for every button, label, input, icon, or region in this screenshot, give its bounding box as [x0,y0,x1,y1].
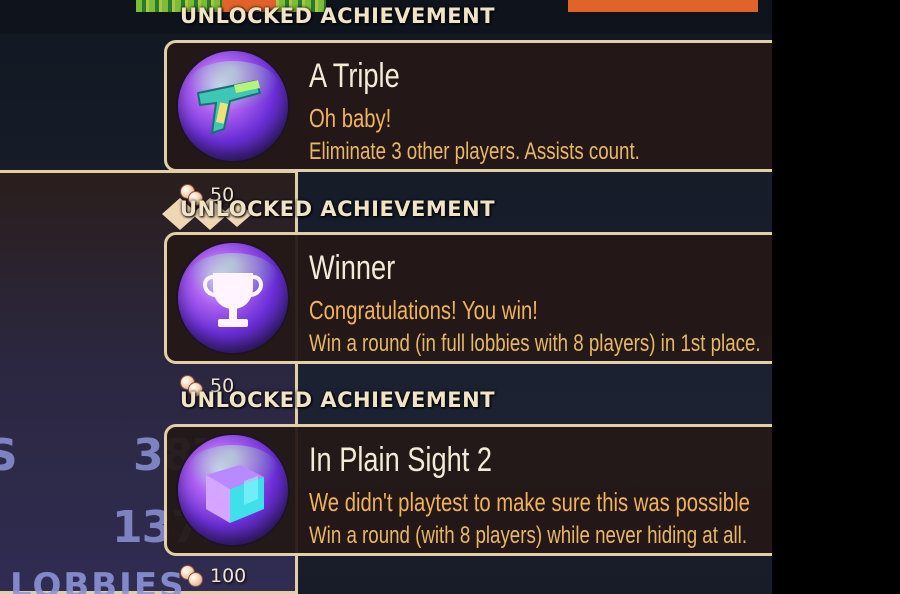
achievement-orb [178,435,288,545]
achievement-subtitle: We didn't playtest to make sure this was… [309,487,750,517]
achievement-orb [178,51,288,161]
reward-amount: 100 [210,565,247,587]
achievement-title: In Plain Sight 2 [309,441,492,479]
achievement-card: In Plain Sight 2 We didn't playtest to m… [164,424,772,556]
achievement-header: UNLOCKED ACHIEVEMENT [180,4,496,28]
achievement-card: Winner Congratulations! You win! Win a r… [164,232,772,364]
achievement-title: Winner [309,249,396,287]
achievement-orb [178,243,288,353]
pistol-icon [196,79,262,135]
box-icon [206,465,264,523]
achievement-subtitle: Congratulations! You win! [309,295,538,325]
achievement-header: UNLOCKED ACHIEVEMENT [180,388,496,412]
achievement-description: Win a round (with 8 players) while never… [309,522,748,549]
coin-icon [180,565,204,587]
bg-stat-letter: S [0,430,18,481]
achievement-title: A Triple [309,57,400,95]
game-scene: S 387 1372 LOBBIES UNLOCKED ACHIEVEMENT … [0,0,772,594]
achievement-header: UNLOCKED ACHIEVEMENT [180,197,496,221]
achievement-card: A Triple Oh baby! Eliminate 3 other play… [164,40,772,172]
hud-orange-bar [568,0,758,12]
achievement-description: Eliminate 3 other players. Assists count… [309,138,640,165]
achievement-subtitle: Oh baby! [309,103,392,133]
achievement-description: Win a round (in full lobbies with 8 play… [309,330,761,357]
achievement-reward: 100 [180,564,246,588]
bg-lobbies-label: LOBBIES [10,566,186,594]
trophy-icon [203,273,263,327]
